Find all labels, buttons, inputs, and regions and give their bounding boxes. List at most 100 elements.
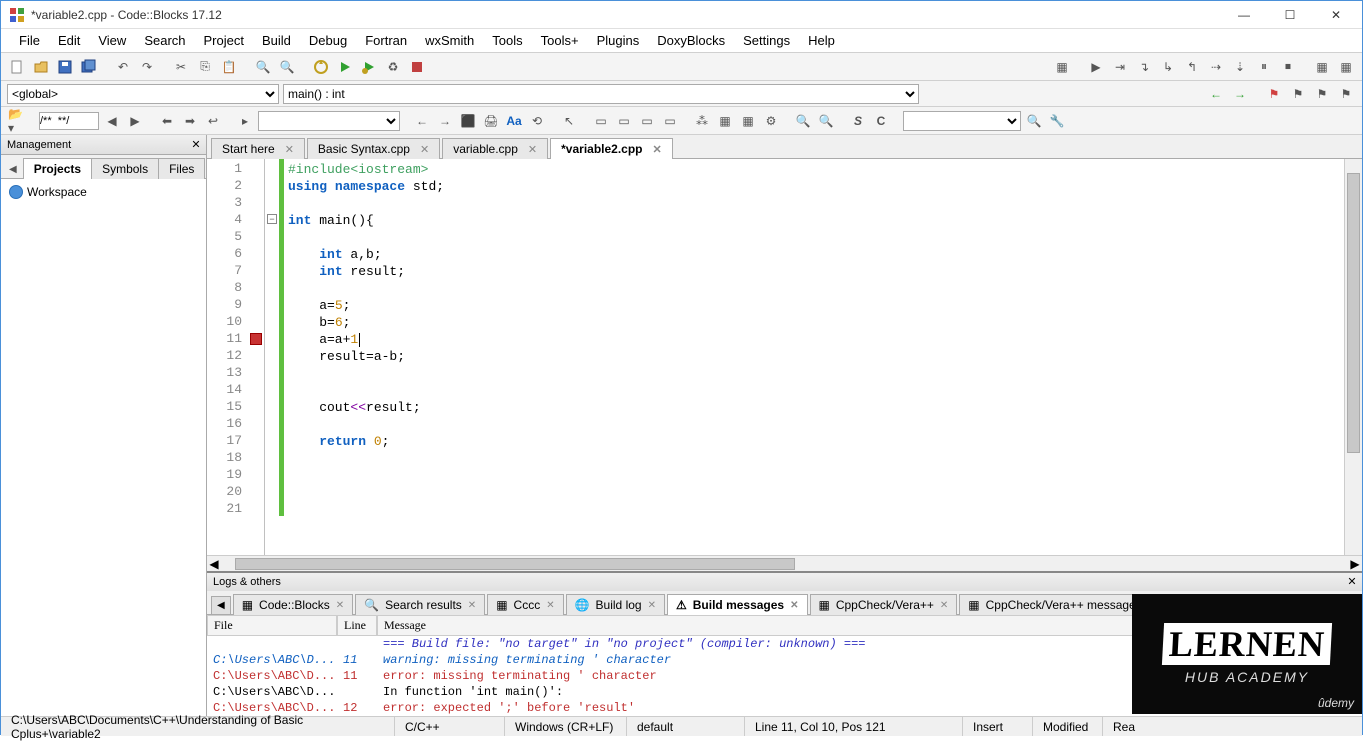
menu-doxyblocks[interactable]: DoxyBlocks xyxy=(649,30,733,51)
aa-icon[interactable]: Aa xyxy=(504,111,524,131)
close-log-tab-icon[interactable]: ✕ xyxy=(546,600,554,611)
close-log-tab-icon[interactable]: ✕ xyxy=(648,600,656,611)
find-icon[interactable]: 🔍 xyxy=(253,57,273,77)
jump-last-icon[interactable]: ↩ xyxy=(203,111,223,131)
run-icon[interactable] xyxy=(335,57,355,77)
target-icon[interactable]: ▦ xyxy=(1052,57,1072,77)
comment-icon[interactable]: ⁂ xyxy=(692,111,712,131)
close-log-tab-icon[interactable]: ✕ xyxy=(336,600,344,611)
log-tab[interactable]: ▦Code::Blocks✕ xyxy=(233,594,353,615)
step-instr-icon[interactable]: ⇣ xyxy=(1230,57,1250,77)
fold-column[interactable]: − xyxy=(265,159,279,555)
msg-cell[interactable] xyxy=(207,636,337,652)
build-run-icon[interactable] xyxy=(359,57,379,77)
menu-wxsmith[interactable]: wxSmith xyxy=(417,30,482,51)
close-log-tab-icon[interactable]: ✕ xyxy=(940,600,948,611)
menu-file[interactable]: File xyxy=(11,30,48,51)
editor-tab[interactable]: variable.cpp✕ xyxy=(442,138,548,159)
close-button[interactable]: ✕ xyxy=(1322,5,1350,25)
cut-icon[interactable]: ✂ xyxy=(171,57,191,77)
box4-icon[interactable]: ▭ xyxy=(660,111,680,131)
select-target-icon[interactable]: ▸ xyxy=(235,111,255,131)
vertical-scrollbar[interactable] xyxy=(1344,159,1362,555)
bookmark-clear-icon[interactable]: ⚑ xyxy=(1336,84,1356,104)
wrench-icon[interactable]: 🔧 xyxy=(1047,111,1067,131)
menu-settings[interactable]: Settings xyxy=(735,30,798,51)
editor-tab[interactable]: *variable2.cpp✕ xyxy=(550,138,673,159)
msg-header[interactable]: File xyxy=(207,615,337,636)
abort-icon[interactable] xyxy=(407,57,427,77)
run-to-cursor-icon[interactable]: ⇥ xyxy=(1110,57,1130,77)
bookmark-next-icon[interactable]: ⚑ xyxy=(1312,84,1332,104)
debug-run-icon[interactable]: ▶ xyxy=(1086,57,1106,77)
projects-tab[interactable]: Projects xyxy=(23,158,92,179)
breakpoint-icon[interactable] xyxy=(250,333,262,345)
menu-debug[interactable]: Debug xyxy=(301,30,355,51)
menu-tools+[interactable]: Tools+ xyxy=(533,30,587,51)
jump-fwd-icon[interactable]: ➡ xyxy=(180,111,200,131)
scope-combo[interactable]: <global> xyxy=(7,84,279,104)
code-editor[interactable]: 123456789101112131415161718192021 − #inc… xyxy=(207,159,1362,555)
arrow-left-icon[interactable]: ← xyxy=(412,111,432,131)
stop-debug-icon[interactable]: ⏹ xyxy=(1278,57,1298,77)
function-combo[interactable]: main() : int xyxy=(283,84,919,104)
rebuild-icon[interactable]: ♻ xyxy=(383,57,403,77)
nav-fwd-icon[interactable]: → xyxy=(1230,84,1250,104)
redo-icon[interactable]: ↷ xyxy=(137,57,157,77)
open-recent-icon[interactable]: 📂▾ xyxy=(7,111,27,131)
bookmark-flag-icon[interactable]: ⚑ xyxy=(1264,84,1284,104)
editor-tab[interactable]: Start here✕ xyxy=(211,138,305,159)
copy-icon[interactable]: ⎘ xyxy=(195,57,215,77)
nav-back-icon[interactable]: ← xyxy=(1206,84,1226,104)
regex-icon[interactable]: ⟲ xyxy=(527,111,547,131)
find-in-files-icon[interactable]: 🔍 xyxy=(1024,111,1044,131)
debug-windows-icon[interactable]: ▦ xyxy=(1312,57,1332,77)
logtab-scroll-left[interactable]: ◀ xyxy=(211,596,231,615)
text-icon[interactable]: 🖨 xyxy=(481,111,501,131)
run-doxy-icon[interactable]: ▦ xyxy=(715,111,735,131)
save-all-icon[interactable] xyxy=(79,57,99,77)
box3-icon[interactable]: ▭ xyxy=(637,111,657,131)
next-line-icon[interactable]: ↴ xyxy=(1134,57,1154,77)
replace-icon[interactable]: 🔍 xyxy=(277,57,297,77)
close-tab-icon[interactable]: ✕ xyxy=(420,143,429,156)
files-tab[interactable]: Files xyxy=(158,158,205,179)
msg-cell[interactable] xyxy=(337,636,377,652)
vscroll-thumb[interactable] xyxy=(1347,173,1360,453)
maximize-button[interactable]: ☐ xyxy=(1276,5,1304,25)
paste-icon[interactable]: 📋 xyxy=(219,57,239,77)
msg-cell[interactable]: C:\Users\ABC\D... xyxy=(207,684,337,700)
line-gutter[interactable]: 123456789101112131415161718192021 xyxy=(207,159,265,555)
msg-cell[interactable]: 11 xyxy=(337,652,377,668)
c-icon[interactable]: C xyxy=(871,111,891,131)
new-file-icon[interactable] xyxy=(7,57,27,77)
doxy-search[interactable] xyxy=(39,112,99,130)
next-instr-icon[interactable]: ⇢ xyxy=(1206,57,1226,77)
management-close-icon[interactable]: ✕ xyxy=(188,136,204,152)
hscroll-thumb[interactable] xyxy=(235,558,795,570)
box2-icon[interactable]: ▭ xyxy=(614,111,634,131)
menu-view[interactable]: View xyxy=(90,30,134,51)
log-tab[interactable]: ▦Cccc✕ xyxy=(487,594,563,615)
msg-cell[interactable]: C:\Users\ABC\D... xyxy=(207,668,337,684)
build-icon[interactable] xyxy=(311,57,331,77)
highlight-icon[interactable]: ⬛ xyxy=(458,111,478,131)
workspace-item[interactable]: Workspace xyxy=(5,183,202,201)
menu-edit[interactable]: Edit xyxy=(50,30,88,51)
close-log-tab-icon[interactable]: ✕ xyxy=(468,600,476,611)
close-tab-icon[interactable]: ✕ xyxy=(285,143,294,156)
jump-back-icon[interactable]: ⬅ xyxy=(157,111,177,131)
fold-toggle-icon[interactable]: − xyxy=(267,214,277,224)
menu-fortran[interactable]: Fortran xyxy=(357,30,415,51)
msg-cell[interactable]: 11 xyxy=(337,668,377,684)
log-tab[interactable]: 🌐Build log✕ xyxy=(566,594,665,615)
msg-cell[interactable]: C:\Users\ABC\D... xyxy=(207,652,337,668)
conf-doxy-icon[interactable]: ⚙ xyxy=(761,111,781,131)
doxy-prev-icon[interactable]: ◀ xyxy=(102,111,122,131)
cursor-icon[interactable]: ↖ xyxy=(559,111,579,131)
extra-combo[interactable] xyxy=(903,111,1021,131)
save-icon[interactable] xyxy=(55,57,75,77)
menu-project[interactable]: Project xyxy=(196,30,252,51)
doxy-next-icon[interactable]: ▶ xyxy=(125,111,145,131)
log-tab[interactable]: ▦CppCheck/Vera++✕ xyxy=(810,594,958,615)
